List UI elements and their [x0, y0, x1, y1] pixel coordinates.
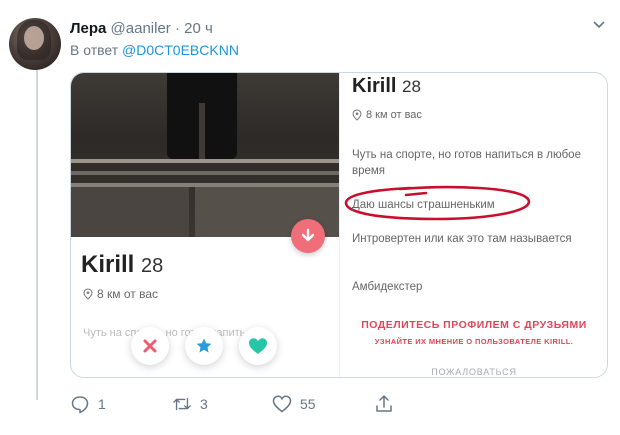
report-link[interactable]: ПОЖАЛОВАТЬСЯ [340, 367, 607, 377]
separator: · [174, 20, 180, 37]
share-action[interactable] [374, 394, 394, 414]
profile-age: 28 [141, 255, 164, 277]
retweet-action[interactable]: 3 [172, 394, 208, 414]
location-pin-icon [83, 288, 93, 300]
star-icon [196, 338, 212, 353]
thread-line [36, 70, 38, 400]
profile-card: Kirill 28 8 км от вас Чуть на спорте, но… [71, 73, 339, 377]
close-icon [143, 339, 157, 353]
author-handle[interactable]: @aaniler [111, 20, 171, 37]
nope-button[interactable] [131, 327, 169, 365]
reply-prefix: В ответ [70, 42, 119, 58]
bio-line-3: Интровертен или как это там называется [352, 233, 572, 245]
profile-distance: 8 км от вас [83, 287, 158, 301]
collapse-profile-button[interactable] [291, 219, 325, 253]
superlike-button[interactable] [185, 327, 223, 365]
like-action[interactable]: 55 [272, 394, 316, 414]
heart-icon [249, 338, 267, 354]
share-profile-subtitle: УЗНАЙТЕ ИХ МНЕНИЕ О ПОЛЬЗОВАТЕЛЕ KIRILL. [374, 337, 574, 346]
profile-details: Kirill 28 8 км от вас Чуть на спорте, но… [339, 73, 607, 377]
author-name[interactable]: Лера [70, 20, 106, 37]
bio-line-4: Амбидекстер [352, 281, 423, 293]
retweet-icon [173, 397, 191, 411]
swipe-actions [131, 327, 277, 365]
like-button[interactable] [239, 327, 277, 365]
arrow-down-icon [301, 228, 315, 242]
tweet-header: Лера @aaniler · 20 ч [70, 20, 213, 37]
tweet-image[interactable]: Kirill 28 8 км от вас Чуть на спорте, но… [70, 72, 608, 378]
location-pin-icon [352, 109, 362, 121]
bio-line-1: Чуть на спорте, но готов напиться в любо… [352, 149, 581, 177]
share-profile-button[interactable]: ПОДЕЛИТЕСЬ ПРОФИЛЕМ С ДРУЗЬЯМИ [340, 319, 607, 331]
retweet-count: 3 [200, 396, 208, 412]
reply-action[interactable]: 1 [70, 394, 106, 414]
avatar[interactable] [9, 18, 61, 70]
profile-name: Kirill 28 [81, 251, 164, 278]
share-icon [376, 395, 392, 412]
reply-icon [71, 396, 89, 414]
reply-count: 1 [98, 396, 106, 412]
tweet-time[interactable]: 20 ч [184, 20, 213, 37]
chevron-down-icon[interactable] [592, 20, 606, 30]
like-count: 55 [300, 396, 316, 412]
heart-icon [272, 395, 292, 413]
bio-line-2: Даю шансы страшненьким [352, 199, 495, 211]
profile-photo [71, 73, 339, 237]
reply-context: В ответ @D0CT0EBCKNN [70, 42, 239, 58]
detail-age: 28 [402, 77, 421, 96]
reply-mention[interactable]: @D0CT0EBCKNN [122, 42, 239, 58]
detail-distance: 8 км от вас [352, 109, 422, 121]
detail-name: Kirill 28 [352, 75, 421, 97]
